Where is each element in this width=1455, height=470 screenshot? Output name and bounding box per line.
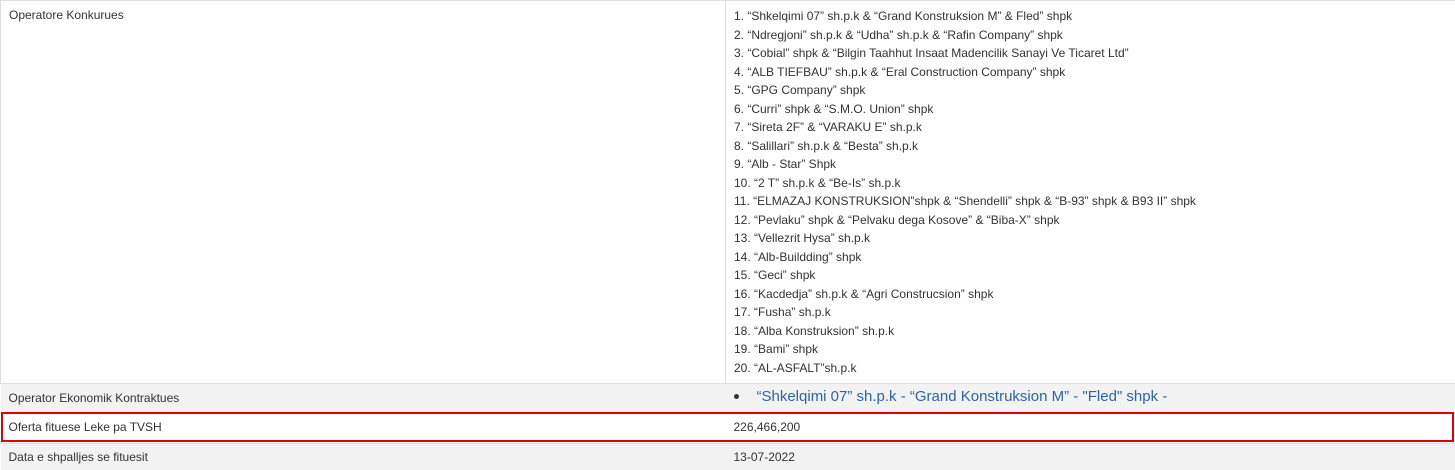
bullet-icon [734, 394, 739, 399]
contract-label: Operator Ekonomik Kontraktues [1, 384, 726, 413]
operator-item: 16. “Kacdedja” sh.p.k & “Agri Construcsi… [734, 285, 1455, 304]
operator-item: 19. “Bami” shpk [734, 340, 1455, 359]
operators-list: 1. “Shkelqimi 07” sh.p.k & “Grand Konstr… [734, 7, 1455, 377]
operator-item: 4. “ALB TIEFBAU” sh.p.k & “Eral Construc… [734, 63, 1455, 82]
date-row: Data e shpalljes se fituesit 13-07-2022 [1, 444, 1455, 470]
date-value: 13-07-2022 [726, 444, 1455, 470]
offer-row: Oferta fituese Leke pa TVSH 226,466,200 [1, 413, 1455, 444]
offer-label: Oferta fituese Leke pa TVSH [1, 413, 726, 444]
contract-row: Operator Ekonomik Kontraktues “Shkelqimi… [1, 384, 1455, 413]
operator-item: 13. “Vellezrit Hysa” sh.p.k [734, 229, 1455, 248]
operator-item: 3. “Cobial” shpk & “Bilgin Taahhut Insaa… [734, 44, 1455, 63]
contract-item: “Shkelqimi 07” sh.p.k - “Grand Konstruks… [734, 388, 1455, 405]
operator-item: 9. “Alb - Star” Shpk [734, 155, 1455, 174]
operator-item: 2. “Ndregjoni” sh.p.k & “Udha” sh.p.k & … [734, 26, 1455, 45]
operator-item: 1. “Shkelqimi 07” sh.p.k & “Grand Konstr… [734, 7, 1455, 26]
operator-item: 18. “Alba Konstruksion” sh.p.k [734, 322, 1455, 341]
operator-item: 12. “Pevlaku” shpk & “Pelvaku dega Kosov… [734, 211, 1455, 230]
contract-list: “Shkelqimi 07” sh.p.k - “Grand Konstruks… [734, 384, 1455, 405]
contract-operator-link[interactable]: “Shkelqimi 07” sh.p.k - “Grand Konstruks… [757, 388, 1168, 405]
operator-item: 8. “Salillari” sh.p.k & “Besta” sh.p.k [734, 137, 1455, 156]
operator-item: 20. “AL-ASFALT”sh.p.k [734, 359, 1455, 378]
operator-item: 17. “Fusha” sh.p.k [734, 303, 1455, 322]
operator-item: 14. “Alb-Buildding” shpk [734, 248, 1455, 267]
contract-cell: “Shkelqimi 07” sh.p.k - “Grand Konstruks… [726, 384, 1455, 413]
operator-item: 5. “GPG Company” shpk [734, 81, 1455, 100]
operator-item: 10. “2 T” sh.p.k & “Be-Is” sh.p.k [734, 174, 1455, 193]
offer-value: 226,466,200 [726, 413, 1455, 444]
operators-row: Operatore Konkurues 1. “Shkelqimi 07” sh… [1, 1, 1455, 384]
operator-item: 6. “Curri” shpk & “S.M.O. Union” shpk [734, 100, 1455, 119]
operator-item: 7. “Sireta 2F” & “VARAKU E” sh.p.k [734, 118, 1455, 137]
operator-item: 11. “ELMAZAJ KONSTRUKSION”shpk & “Shende… [734, 192, 1455, 211]
operators-cell: 1. “Shkelqimi 07” sh.p.k & “Grand Konstr… [726, 1, 1455, 384]
tender-details-table: Operatore Konkurues 1. “Shkelqimi 07” sh… [0, 0, 1455, 470]
date-label: Data e shpalljes se fituesit [1, 444, 726, 470]
operators-label: Operatore Konkurues [1, 1, 726, 384]
operator-item: 15. “Geci” shpk [734, 266, 1455, 285]
